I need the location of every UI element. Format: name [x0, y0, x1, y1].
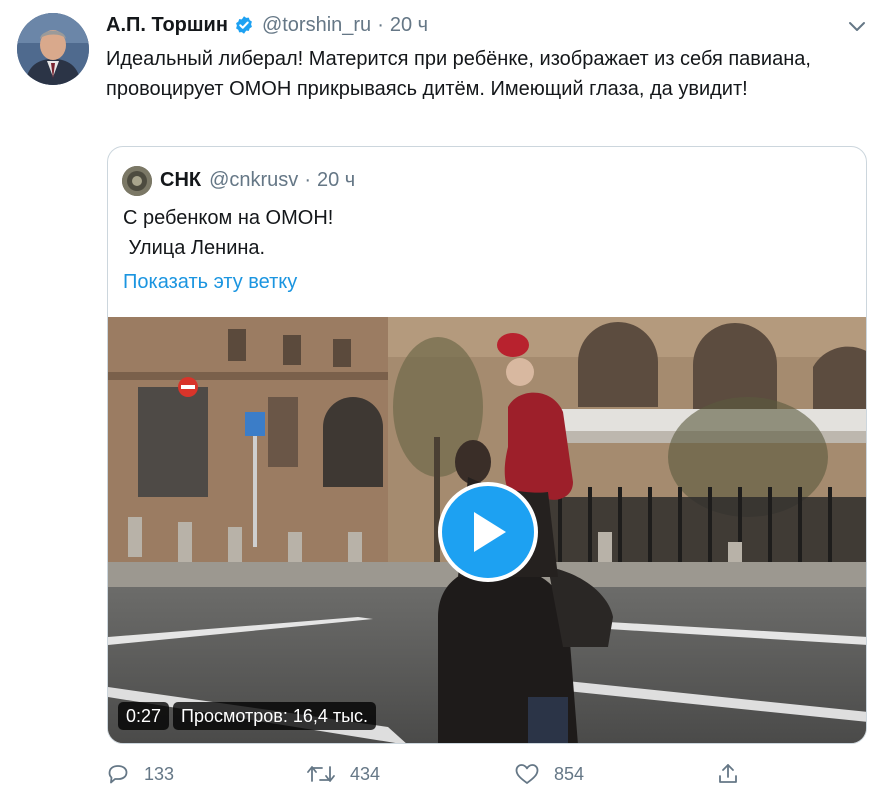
video-info: 0:27 Просмотров: 16,4 тыс. — [118, 702, 377, 730]
author-handle[interactable]: @torshin_ru — [262, 14, 371, 37]
like-count: 854 — [554, 763, 585, 784]
quoted-author-avatar[interactable] — [122, 166, 152, 196]
tweet-text: Идеальный либерал! Матерится при ребёнке… — [106, 48, 811, 100]
like-button[interactable]: 854 — [514, 762, 584, 786]
separator-dot: · — [377, 13, 384, 36]
verified-badge-icon — [234, 15, 254, 35]
play-button[interactable] — [438, 482, 538, 582]
chevron-down-icon[interactable] — [842, 14, 872, 40]
reply-button[interactable]: 133 — [106, 762, 174, 786]
quoted-time[interactable]: 20 ч — [317, 169, 355, 192]
video-views: Просмотров: 16,4 тыс. — [173, 702, 377, 730]
quoted-header: СНК @cnkrusv · 20 ч — [160, 167, 355, 193]
quoted-author-name[interactable]: СНК — [160, 169, 201, 192]
quoted-text: С ребенком на ОМОН! Улица Ленина. — [123, 207, 334, 259]
author-avatar[interactable] — [17, 13, 89, 85]
action-bar: 133 434 854 — [0, 762, 876, 790]
share-icon — [719, 764, 737, 783]
like-icon — [515, 764, 539, 784]
quoted-author-handle[interactable]: @cnkrusv — [209, 169, 298, 192]
quoted-tweet[interactable]: СНК @cnkrusv · 20 ч С ребенком на ОМОН! … — [107, 146, 867, 744]
tweet-header: А.П. Торшин @torshin_ru · 20 ч — [106, 12, 428, 38]
reply-icon — [108, 765, 128, 784]
show-thread-link[interactable]: Показать эту ветку — [123, 267, 297, 297]
retweet-count: 434 — [350, 763, 381, 784]
video-duration: 0:27 — [118, 702, 170, 730]
tweet-time[interactable]: 20 ч — [390, 14, 428, 37]
share-button[interactable] — [716, 762, 740, 786]
video-player[interactable]: 0:27 Просмотров: 16,4 тыс. — [108, 317, 866, 743]
retweet-button[interactable]: 434 — [306, 762, 380, 786]
separator-dot: · — [304, 168, 311, 191]
reply-count: 133 — [144, 763, 175, 784]
retweet-icon — [307, 766, 335, 782]
author-name[interactable]: А.П. Торшин — [106, 14, 228, 37]
play-icon — [474, 512, 506, 552]
